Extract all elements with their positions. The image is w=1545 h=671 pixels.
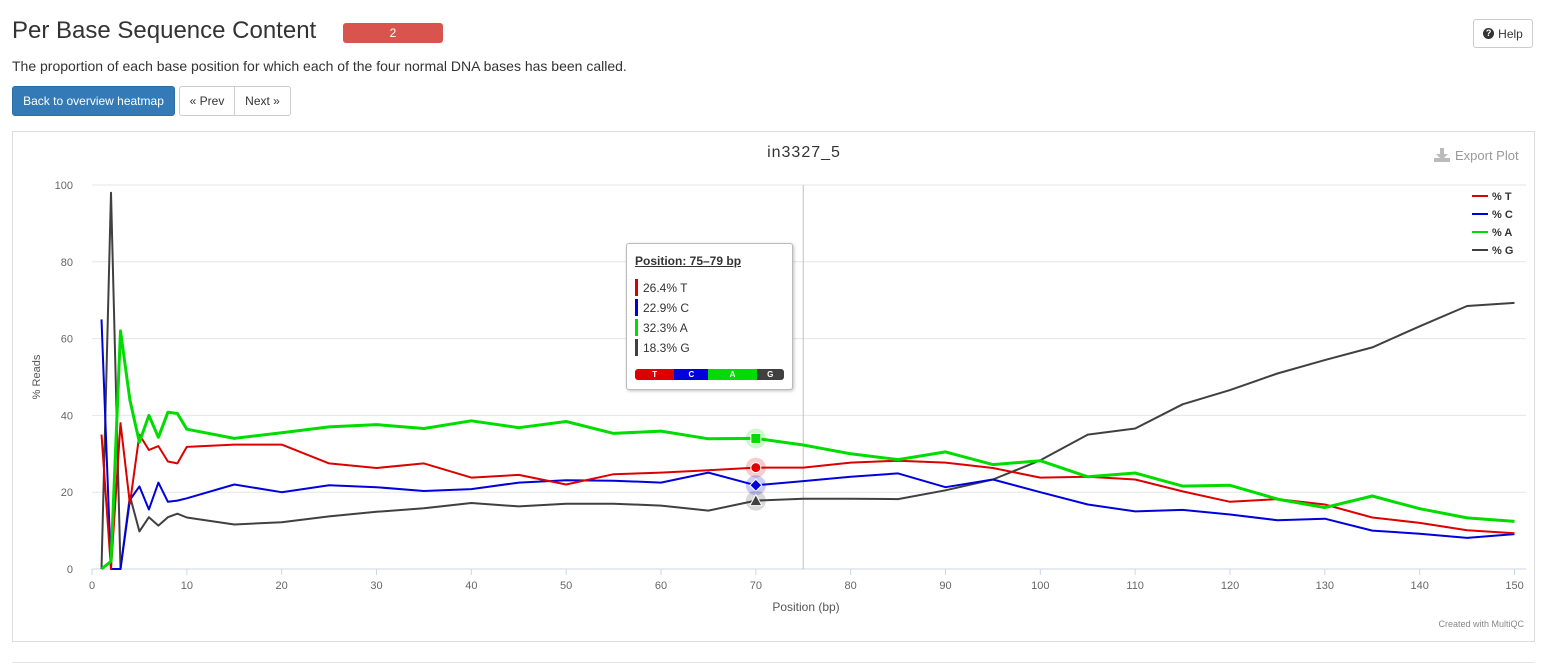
x-tick-label: 110 bbox=[1126, 580, 1144, 592]
series-line-g[interactable] bbox=[100, 191, 1515, 570]
x-tick-label: 140 bbox=[1411, 580, 1429, 592]
legend-item-c[interactable]: % C bbox=[1472, 209, 1513, 221]
x-tick-label: 30 bbox=[370, 580, 382, 592]
legend-label-t: % T bbox=[1492, 191, 1512, 203]
tooltip-title: Position: 75–79 bp bbox=[635, 254, 742, 268]
legend-item-a[interactable]: % A bbox=[1472, 227, 1512, 239]
legend-label-c: % C bbox=[1492, 209, 1513, 221]
x-tick-label: 40 bbox=[465, 580, 477, 592]
y-tick-label: 20 bbox=[61, 487, 73, 499]
x-tick-label: 100 bbox=[1031, 580, 1049, 592]
help-button[interactable]: ? Help bbox=[1473, 19, 1533, 48]
legend-item-t[interactable]: % T bbox=[1472, 191, 1512, 203]
x-axis-label: Position (bp) bbox=[772, 600, 839, 614]
tooltip-row-c: 22.9% C bbox=[635, 299, 689, 316]
y-tick-label: 80 bbox=[61, 257, 73, 269]
x-tick-label: 130 bbox=[1316, 580, 1334, 592]
status-badge: 2 bbox=[343, 23, 443, 43]
plot-container: 0 20 40 60 80 100 0 10 20 30 40 50 60 70 80 90 100 110 120… bbox=[12, 131, 1535, 642]
tooltip-bar-segment-t: T bbox=[635, 369, 675, 380]
tooltip-swatch-c bbox=[635, 299, 638, 316]
series-line-c[interactable] bbox=[100, 319, 1515, 570]
x-tick-label: 0 bbox=[89, 580, 95, 592]
export-plot-button[interactable]: Export Plot bbox=[1434, 148, 1519, 163]
tooltip-swatch-a bbox=[635, 319, 638, 336]
chart-title: in3327_5 bbox=[767, 144, 841, 161]
download-icon bbox=[1434, 148, 1450, 162]
prev-button[interactable]: « Prev bbox=[179, 86, 235, 116]
next-button[interactable]: Next » bbox=[235, 86, 291, 116]
tooltip-row-a: 32.3% A bbox=[635, 319, 688, 336]
tooltip-bar-segment-a: A bbox=[708, 369, 757, 380]
tooltip-swatch-g bbox=[635, 339, 638, 356]
legend-label-a: % A bbox=[1492, 227, 1512, 239]
export-plot-label: Export Plot bbox=[1455, 148, 1519, 163]
tooltip-value-g: 18.3% G bbox=[643, 340, 690, 355]
credit-text: Created with MultiQC bbox=[1438, 619, 1524, 629]
tooltip-value-c: 22.9% C bbox=[643, 300, 690, 315]
hover-marker-t bbox=[750, 462, 762, 474]
y-axis-label: % Reads bbox=[31, 354, 43, 399]
x-tick-label: 60 bbox=[655, 580, 667, 592]
hover-marker-a bbox=[750, 432, 762, 444]
page-description: The proportion of each base position for… bbox=[12, 58, 627, 74]
help-label: Help bbox=[1498, 26, 1523, 41]
x-tick-label: 80 bbox=[845, 580, 857, 592]
back-to-overview-button[interactable]: Back to overview heatmap bbox=[12, 86, 175, 116]
legend-label-g: % G bbox=[1492, 245, 1513, 257]
chart-tooltip: Position: 75–79 bp 26.4% T 22.9% C 32.3%… bbox=[626, 243, 793, 390]
bottom-divider bbox=[12, 662, 1535, 663]
tooltip-row-g: 18.3% G bbox=[635, 339, 690, 356]
x-tick-label: 90 bbox=[939, 580, 951, 592]
page-title: Per Base Sequence Content bbox=[12, 17, 317, 44]
x-tick-label: 70 bbox=[750, 580, 762, 592]
y-tick-label: 0 bbox=[67, 564, 73, 576]
tooltip-value-a: 32.3% A bbox=[643, 320, 688, 335]
x-tick-label: 10 bbox=[181, 580, 193, 592]
legend-item-g[interactable]: % G bbox=[1472, 245, 1513, 257]
y-tick-label: 60 bbox=[61, 334, 73, 346]
x-tick-label: 50 bbox=[560, 580, 572, 592]
y-tick-label: 40 bbox=[61, 410, 73, 422]
tooltip-composition-bar: TCAG bbox=[635, 369, 784, 380]
tooltip-swatch-t bbox=[635, 279, 638, 296]
x-tick-label: 20 bbox=[276, 580, 288, 592]
tooltip-bar-segment-g: G bbox=[756, 369, 784, 380]
y-tick-label: 100 bbox=[55, 180, 73, 192]
x-tick-label: 150 bbox=[1505, 580, 1523, 592]
tooltip-value-t: 26.4% T bbox=[643, 280, 688, 295]
tooltip-row-t: 26.4% T bbox=[635, 279, 687, 296]
pager: « Prev Next » bbox=[179, 86, 291, 116]
x-tick-label: 120 bbox=[1221, 580, 1239, 592]
question-circle-icon: ? bbox=[1483, 28, 1495, 39]
tooltip-bar-segment-c: C bbox=[674, 369, 709, 380]
